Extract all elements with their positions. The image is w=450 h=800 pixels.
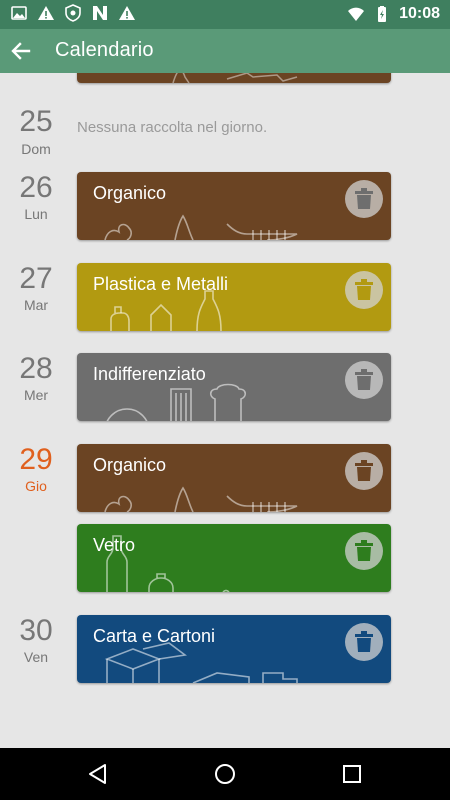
day-name: Mer xyxy=(23,387,49,403)
app-bar: Calendario xyxy=(0,29,450,73)
battery-charging-icon xyxy=(378,6,387,22)
delete-button[interactable] xyxy=(345,180,383,218)
collection-card-carta[interactable]: Carta e Cartoni xyxy=(77,615,391,683)
day-number: 29 xyxy=(19,443,53,476)
card-title: Indifferenziato xyxy=(93,364,206,384)
day-number: 27 xyxy=(19,262,53,295)
delete-button[interactable] xyxy=(345,271,383,309)
alert-icon xyxy=(38,6,54,20)
gallery-icon xyxy=(11,6,27,20)
trash-icon xyxy=(355,631,373,652)
day-name: Ven xyxy=(23,649,49,665)
collection-card-vetro[interactable]: Vetro xyxy=(77,524,391,592)
home-nav-icon[interactable] xyxy=(213,762,237,786)
day-name: Mar xyxy=(23,297,49,313)
trash-icon xyxy=(355,369,373,390)
empty-day-message: Nessuna raccolta nel giorno. xyxy=(77,119,268,136)
collection-card-organico[interactable]: Organico xyxy=(77,444,391,512)
card-title: Plastica e Metalli xyxy=(93,274,229,294)
page-title: Calendario xyxy=(55,39,154,61)
trash-icon xyxy=(355,188,373,209)
collection-card-indifferenziato[interactable]: Indifferenziato xyxy=(77,353,391,421)
shield-icon xyxy=(65,4,81,22)
delete-button[interactable] xyxy=(345,532,383,570)
day-number: 26 xyxy=(19,171,53,204)
delete-button[interactable] xyxy=(345,623,383,661)
delete-button[interactable] xyxy=(345,452,383,490)
status-bar: 10:08 xyxy=(0,0,450,29)
collection-card-plastica[interactable]: Plastica e Metalli xyxy=(77,263,391,331)
wifi-icon xyxy=(348,7,365,21)
back-arrow-icon[interactable] xyxy=(6,36,36,66)
collection-card-partial[interactable] xyxy=(77,73,391,83)
card-title: Carta e Cartoni xyxy=(93,626,216,646)
clock: 10:08 xyxy=(399,5,440,22)
trash-icon xyxy=(355,460,373,481)
back-nav-icon[interactable] xyxy=(86,762,110,786)
trash-icon xyxy=(355,279,373,300)
day-name: Lun xyxy=(24,206,48,222)
day-number: 25 xyxy=(19,105,53,138)
delete-button[interactable] xyxy=(345,361,383,399)
collection-card-organico[interactable]: Organico xyxy=(77,172,391,240)
day-name: Gio xyxy=(25,478,47,494)
day-number: 30 xyxy=(19,614,53,647)
recents-nav-icon[interactable] xyxy=(340,762,364,786)
card-title: Organico xyxy=(93,455,167,475)
card-title: Vetro xyxy=(93,535,136,555)
day-number: 28 xyxy=(19,352,53,385)
trash-icon xyxy=(355,540,373,561)
alert-icon xyxy=(119,6,135,20)
calendar-list[interactable]: 25 Dom Nessuna raccolta nel giorno. 26 L… xyxy=(0,73,450,748)
organic-waste-illustration xyxy=(172,73,298,83)
n-logo-icon xyxy=(93,6,107,20)
card-title: Organico xyxy=(93,183,167,203)
day-name: Dom xyxy=(21,141,51,157)
system-nav-bar xyxy=(0,748,450,800)
